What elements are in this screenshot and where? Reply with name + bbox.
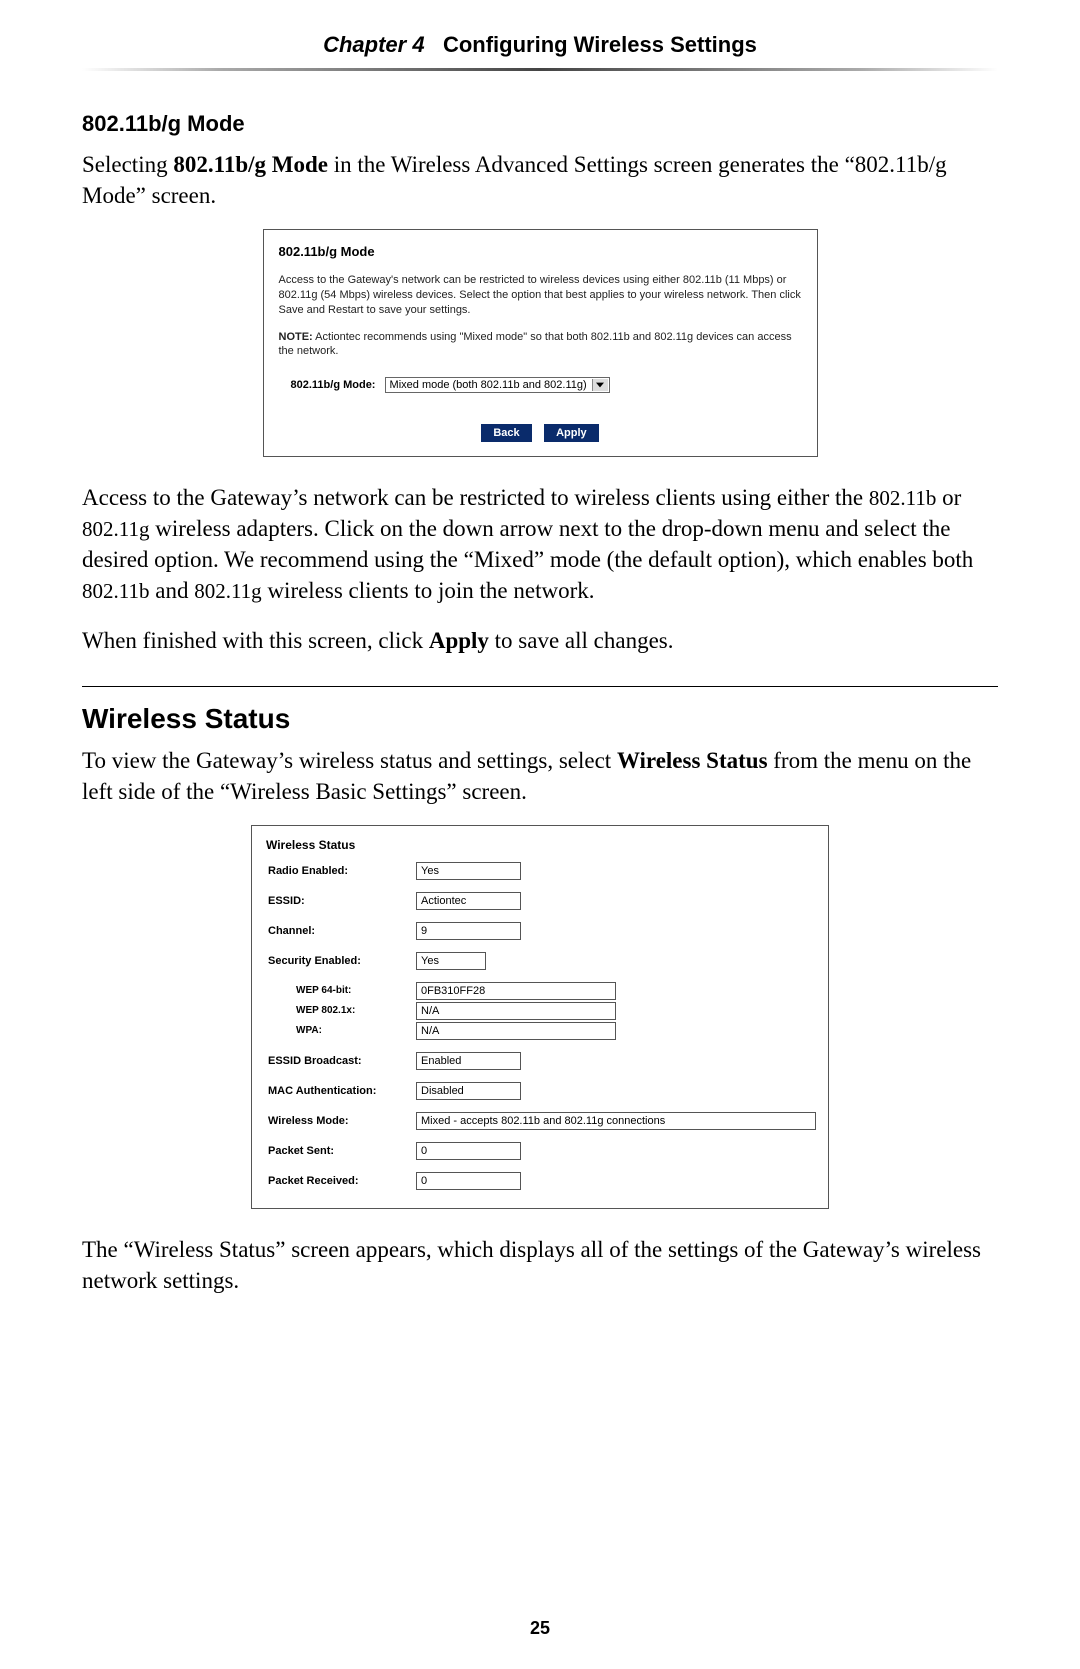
value-mac-auth: Disabled bbox=[416, 1082, 521, 1100]
section-rule bbox=[82, 686, 998, 687]
p2-g: and bbox=[149, 578, 194, 603]
paragraph-4: The “Wireless Status” screen appears, wh… bbox=[82, 1234, 998, 1296]
label-packet-sent: Packet Sent: bbox=[264, 1145, 416, 1157]
label-channel: Channel: bbox=[264, 925, 416, 937]
chevron-down-icon[interactable] bbox=[592, 379, 608, 391]
paragraph-2: Access to the Gateway’s network can be r… bbox=[82, 482, 998, 606]
row-essid: ESSID: Actiontec bbox=[264, 892, 816, 910]
section-title-wireless-status: Wireless Status bbox=[82, 703, 998, 735]
intro-b: 802.11b/g Mode bbox=[173, 152, 328, 177]
label-packet-received: Packet Received: bbox=[264, 1175, 416, 1187]
p3-c: to save all changes. bbox=[489, 628, 674, 653]
value-channel: 9 bbox=[416, 922, 521, 940]
label-mac-auth: MAC Authentication: bbox=[264, 1085, 416, 1097]
label-wireless-mode: Wireless Mode: bbox=[264, 1115, 416, 1127]
p2-i: wireless clients to join the network. bbox=[262, 578, 595, 603]
section2-intro: To view the Gateway’s wireless status an… bbox=[82, 745, 998, 807]
chapter-title bbox=[431, 32, 443, 57]
s2-a: To view the Gateway’s wireless status an… bbox=[82, 748, 617, 773]
intro-paragraph: Selecting 802.11b/g Mode in the Wireless… bbox=[82, 149, 998, 211]
page-number: 25 bbox=[0, 1618, 1080, 1639]
intro-a: Selecting bbox=[82, 152, 173, 177]
apply-button[interactable]: Apply bbox=[544, 424, 599, 442]
row-essid-broadcast: ESSID Broadcast: Enabled bbox=[264, 1052, 816, 1070]
chapter-prefix: Chapter 4 bbox=[323, 32, 424, 57]
row-security-enabled: Security Enabled: Yes bbox=[264, 952, 816, 970]
label-wpa: WPA: bbox=[264, 1025, 416, 1036]
p2-a: Access to the Gateway’s network can be r… bbox=[82, 485, 869, 510]
mode-panel: 802.11b/g Mode Access to the Gateway's n… bbox=[263, 229, 818, 457]
status-table: Radio Enabled: Yes ESSID: Actiontec Chan… bbox=[264, 862, 816, 1190]
row-wep64: WEP 64-bit: 0FB310FF28 bbox=[264, 982, 816, 1000]
value-packet-sent: 0 bbox=[416, 1142, 521, 1160]
p2-b: 802.11b bbox=[869, 486, 936, 510]
paragraph-3: When finished with this screen, click Ap… bbox=[82, 625, 998, 656]
mode-select-value: Mixed mode (both 802.11b and 802.11g) bbox=[390, 379, 587, 391]
row-packet-received: Packet Received: 0 bbox=[264, 1172, 816, 1190]
note-body: Actiontec recommends using "Mixed mode" … bbox=[279, 331, 792, 358]
row-wep8021x: WEP 802.1x: N/A bbox=[264, 1002, 816, 1020]
mode-panel-title: 802.11b/g Mode bbox=[279, 244, 802, 259]
label-wep64: WEP 64-bit: bbox=[264, 985, 416, 996]
status-panel: Wireless Status Radio Enabled: Yes ESSID… bbox=[251, 825, 829, 1209]
p2-h: 802.11g bbox=[194, 579, 261, 603]
mode-panel-body: Access to the Gateway's network can be r… bbox=[279, 273, 802, 318]
mode-row: 802.11b/g Mode: Mixed mode (both 802.11b… bbox=[291, 377, 802, 393]
p3-b: Apply bbox=[429, 628, 489, 653]
row-wpa: WPA: N/A bbox=[264, 1022, 816, 1040]
p3-a: When finished with this screen, click bbox=[82, 628, 429, 653]
row-packet-sent: Packet Sent: 0 bbox=[264, 1142, 816, 1160]
value-wireless-mode: Mixed - accepts 802.11b and 802.11g conn… bbox=[416, 1112, 816, 1130]
p2-d: 802.11g bbox=[82, 517, 149, 541]
p2-f: 802.11b bbox=[82, 579, 149, 603]
p2-c: or bbox=[936, 485, 961, 510]
value-wep64: 0FB310FF28 bbox=[416, 982, 616, 1000]
row-mac-auth: MAC Authentication: Disabled bbox=[264, 1082, 816, 1100]
s2-b: Wireless Status bbox=[617, 748, 768, 773]
chapter-title-text: Configuring Wireless Settings bbox=[443, 32, 757, 57]
value-radio-enabled: Yes bbox=[416, 862, 521, 880]
p2-e: wireless adapters. Click on the down arr… bbox=[82, 516, 973, 572]
mode-select[interactable]: Mixed mode (both 802.11b and 802.11g) bbox=[385, 377, 610, 393]
mode-label: 802.11b/g Mode: bbox=[291, 379, 376, 391]
row-channel: Channel: 9 bbox=[264, 922, 816, 940]
section-subtitle-802-mode: 802.11b/g Mode bbox=[82, 111, 998, 137]
row-wireless-mode: Wireless Mode: Mixed - accepts 802.11b a… bbox=[264, 1112, 816, 1130]
label-essid: ESSID: bbox=[264, 895, 416, 907]
value-wpa: N/A bbox=[416, 1022, 616, 1040]
header-rule bbox=[82, 68, 998, 71]
value-wep8021x: N/A bbox=[416, 1002, 616, 1020]
row-radio-enabled: Radio Enabled: Yes bbox=[264, 862, 816, 880]
mode-panel-buttons: Back Apply bbox=[279, 423, 802, 442]
page: Chapter 4 Configuring Wireless Settings … bbox=[0, 0, 1080, 1669]
label-wep8021x: WEP 802.1x: bbox=[264, 1005, 416, 1016]
label-security-enabled: Security Enabled: bbox=[264, 955, 416, 967]
value-essid-broadcast: Enabled bbox=[416, 1052, 521, 1070]
note-prefix: NOTE: bbox=[279, 331, 313, 343]
label-radio-enabled: Radio Enabled: bbox=[264, 865, 416, 877]
mode-panel-note: NOTE: Actiontec recommends using "Mixed … bbox=[279, 330, 802, 360]
status-panel-title: Wireless Status bbox=[264, 834, 816, 862]
value-essid: Actiontec bbox=[416, 892, 521, 910]
back-button[interactable]: Back bbox=[481, 424, 531, 442]
label-essid-broadcast: ESSID Broadcast: bbox=[264, 1055, 416, 1067]
chapter-header: Chapter 4 Configuring Wireless Settings bbox=[82, 32, 998, 68]
value-packet-received: 0 bbox=[416, 1172, 521, 1190]
value-security-enabled: Yes bbox=[416, 952, 486, 970]
